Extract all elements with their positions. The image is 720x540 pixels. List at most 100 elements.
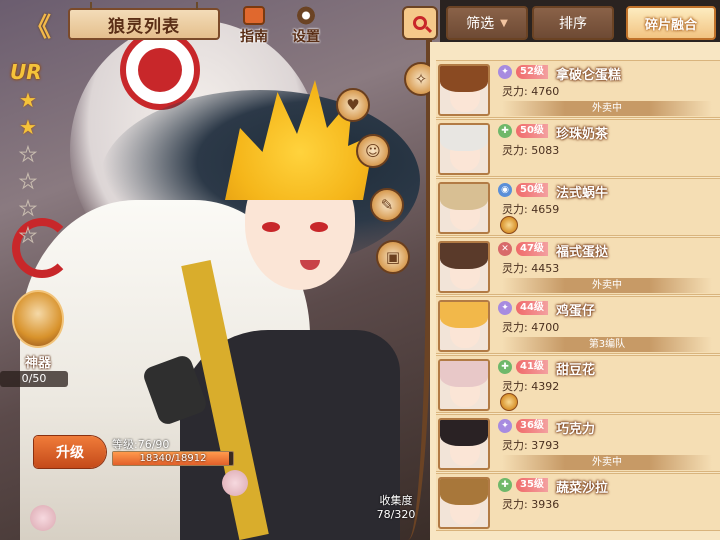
filter-label: 筛选 [466,16,495,32]
settings-gear-icon [295,6,317,25]
dropdown-arrow-icon: ▼ [500,17,508,29]
spirit-status: 外卖中 [502,455,712,470]
spirit-power: 灵力: 3936 [502,498,560,511]
spirit-name: 蔬菜沙拉 [556,481,609,496]
red-seal-art [120,30,200,110]
class-icon: ✦ [498,301,512,315]
star-icon: ★ [19,223,38,247]
spirit-name: 巧克力 [556,422,596,437]
spirit-status: 外卖中 [502,278,712,293]
card-icon: ☺ [365,142,381,160]
chest-button[interactable]: ▣ [376,240,410,274]
page-title-text: 狼灵列表 [108,16,180,37]
class-icon: ✚ [498,124,512,138]
settings-label: 设置 [292,29,320,45]
sort-label: 排序 [559,16,587,32]
spirit-name: 珍珠奶茶 [556,127,609,142]
character-eye-right [310,222,328,232]
avatar-hair [440,243,488,269]
spirit-level: 52级 [516,65,548,79]
spirit-power: 灵力: 3793 [502,439,560,452]
fragment-fusion-label: 碎片融合 [644,17,697,33]
compass-icon: ✧ [414,70,428,88]
spirit-list-item[interactable]: ✦ 52级 拿破仑蛋糕 灵力: 4760 外卖中 [436,60,720,118]
spirit-name: 甜豆花 [556,363,596,378]
avatar-hair [440,479,488,505]
star-icon: ★ [19,196,38,220]
sort-button[interactable]: 排序 [532,6,614,40]
back-button[interactable]: 《 [18,10,58,43]
game-screen: 《 狼灵列表 指南 设置 UR ★ ★ ★ ★ ★ ★ 神器 0/50 升级 等级:76/… [0,0,720,540]
class-icon: ✦ [498,419,512,433]
spirit-list-item[interactable]: ✚ 35级 蔬菜沙拉灵力: 3936 [436,473,720,531]
star-icon: ★ [19,88,37,112]
artifact-badge-icon [500,393,518,411]
class-icon: ✦ [498,65,512,79]
spirit-power: 灵力: 4659 [502,203,560,216]
spirit-avatar [438,64,490,116]
spirit-list-item[interactable]: ✦ 36级 巧克力灵力: 3793 外卖中 [436,414,720,472]
character-eye-left [262,222,280,232]
spirit-avatar [438,123,490,175]
search-icon [413,16,427,30]
spirit-name: 法式蜗牛 [556,186,609,201]
spirit-name: 福式蛋挞 [556,245,609,260]
spirit-list-item[interactable]: ◉ 50级 法式蜗牛 灵力: 4659 [436,178,720,236]
guide-book-icon [243,6,265,25]
chest-icon: ▣ [385,248,401,266]
favorite-button[interactable]: ♥ [336,88,370,122]
spirit-list-item[interactable]: ✚ 50级 珍珠奶茶 灵力: 5083 [436,119,720,177]
search-button[interactable] [402,6,438,40]
class-icon: ◉ [498,183,512,197]
spirit-level: 44级 [516,301,548,315]
spirit-avatar [438,477,490,529]
star-icon: ★ [19,169,38,193]
spirit-avatar [438,418,490,470]
upgrade-label: 升级 [56,445,84,461]
spirit-power: 灵力: 4760 [502,85,560,98]
rarity-badge: UR [10,60,42,84]
fragment-fusion-button[interactable]: 碎片融合 [626,6,716,40]
back-arrow-icon: 《 [24,12,51,43]
scroll-button[interactable]: ✎ [370,188,404,222]
heart-icon: ♥ [346,96,360,114]
star-icon: ★ [19,115,37,139]
spirit-name: 鸡蛋仔 [556,304,596,319]
avatar-hair [440,125,488,151]
spirit-avatar [438,241,490,293]
spirit-avatar [438,359,490,411]
spirit-power: 灵力: 4392 [502,380,560,393]
scroll-icon: ✎ [380,196,394,214]
spirit-list-item[interactable]: ✕ 47级 福式蛋挞 灵力: 4453 外卖中 [436,237,720,295]
page-title: 狼灵列表 [68,2,220,40]
artifact-icon[interactable] [12,290,64,348]
spirit-status: 第3编队 [502,337,712,352]
star-icon: ★ [19,142,38,166]
filter-button[interactable]: 筛选 ▼ [446,6,528,40]
guide-button[interactable]: 指南 [232,6,276,46]
spirit-list-item[interactable]: ✚ 41级 甜豆花 灵力: 4392 [436,355,720,413]
avatar-hair [440,302,488,328]
spirit-level: 41级 [516,360,548,374]
artifact-badge-icon [500,216,518,234]
artifact-count: 0/50 [0,371,68,387]
class-icon: ✚ [498,478,512,492]
spirit-avatar [438,300,490,352]
avatar-hair [440,66,488,92]
spirit-list-item[interactable]: ✦ 44级 鸡蛋仔 灵力: 4700 第3编队 [436,296,720,354]
spirit-level: 50级 [516,124,548,138]
spirit-level: 47级 [516,242,548,256]
settings-button[interactable]: 设置 [284,6,328,46]
artifact-label: 神器 [24,356,51,371]
flower-decoration [30,505,56,531]
spirit-power: 灵力: 4453 [502,262,560,275]
level-text: 等级:76/90 [112,438,170,451]
avatar-hair [440,361,488,387]
spirit-level: 36级 [516,419,548,433]
spirit-name: 拿破仑蛋糕 [556,68,622,83]
card-button[interactable]: ☺ [356,134,390,168]
upgrade-button[interactable]: 升级 [34,436,106,468]
exp-bar: 18340/18912 [112,451,234,466]
avatar-hair [440,420,488,446]
spirit-level: 35级 [516,478,548,492]
